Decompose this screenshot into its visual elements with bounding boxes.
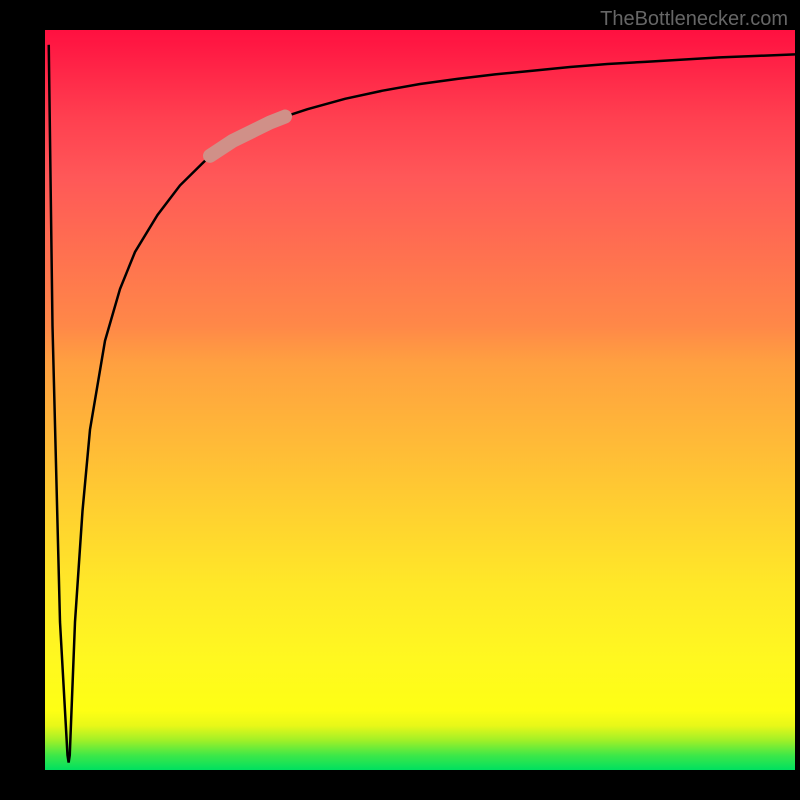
bottleneck-curve-path — [49, 45, 795, 763]
x-axis-area — [0, 770, 800, 800]
chart-curve — [45, 30, 795, 770]
bottleneck-curve-highlight — [210, 117, 285, 156]
y-axis-area — [0, 30, 45, 770]
watermark-text: TheBottlenecker.com — [600, 8, 788, 31]
